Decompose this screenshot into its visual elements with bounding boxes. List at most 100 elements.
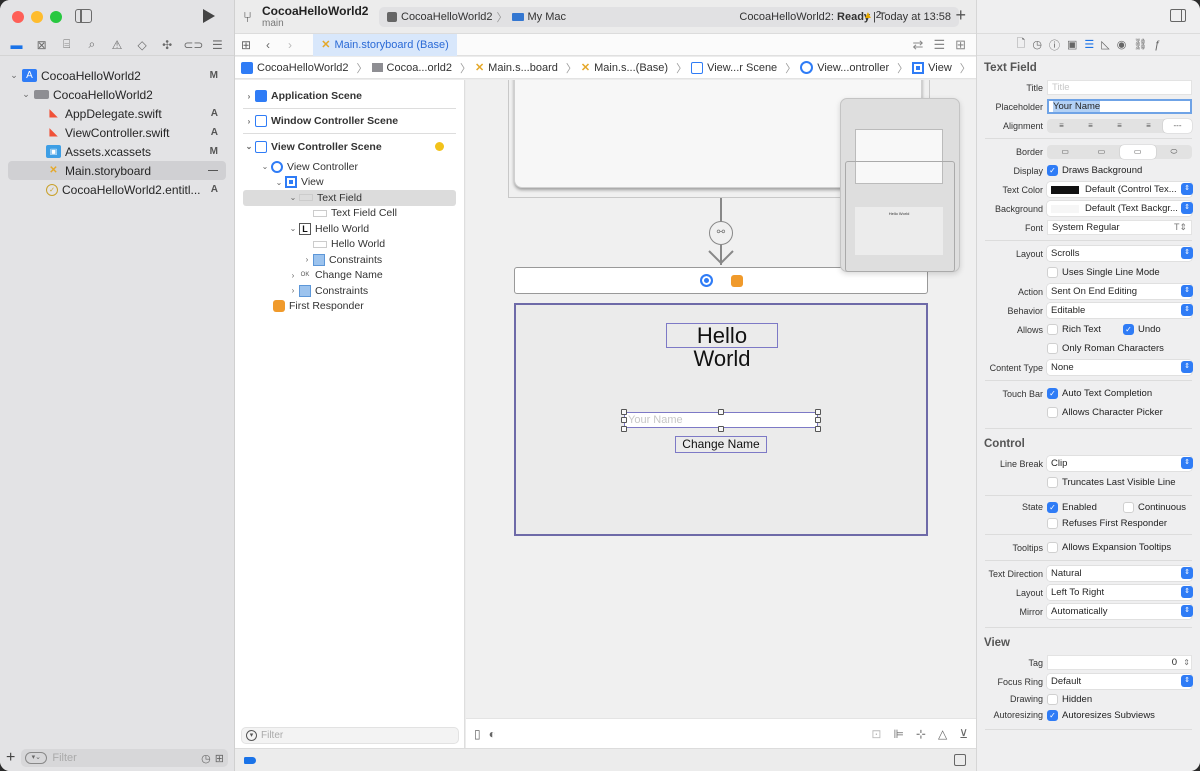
- outline-item[interactable]: › OK Change Name: [235, 268, 464, 284]
- align-right-icon[interactable]: ≡: [1105, 119, 1134, 133]
- checkbox[interactable]: [1047, 407, 1058, 418]
- layout-popup[interactable]: Scrolls ⇕: [1047, 246, 1193, 261]
- debug-icon[interactable]: ✣: [158, 38, 176, 52]
- border-control[interactable]: ▭ ▭ ▭ ⬭: [1047, 144, 1192, 159]
- editor-options-icon[interactable]: ☰: [933, 37, 945, 53]
- resize-handle[interactable]: [621, 409, 627, 415]
- outline-item[interactable]: ⌄ L Hello World: [235, 221, 464, 237]
- checkbox[interactable]: [1123, 501, 1134, 513]
- expansion-tooltips-checkbox[interactable]: Allows Expansion Tooltips: [1047, 542, 1171, 553]
- align-center-icon[interactable]: ≡: [1076, 119, 1105, 133]
- breadcrumb-item[interactable]: ✕ Main.s...(Base) 〉: [581, 60, 691, 76]
- view-controller-view[interactable]: Hello World Your Name Change Name: [514, 303, 928, 536]
- focus-ring-popup[interactable]: Default ⇕: [1047, 674, 1193, 689]
- border-bezel-icon[interactable]: ▭: [1119, 144, 1156, 159]
- line-break-popup[interactable]: Clip ⇕: [1047, 456, 1193, 471]
- behavior-popup[interactable]: Editable ⇕: [1047, 303, 1193, 318]
- breadcrumb-item[interactable]: View...r Scene 〉: [691, 60, 800, 76]
- checkbox[interactable]: ✓: [1123, 324, 1134, 335]
- attributes-inspector-icon[interactable]: ☰: [1084, 38, 1094, 51]
- bindings-inspector-icon[interactable]: ⛓: [1133, 38, 1147, 51]
- breakpoint-icon[interactable]: ⊂⊃: [183, 38, 203, 52]
- embed-in-icon[interactable]: ⊻: [959, 727, 968, 741]
- resize-handle[interactable]: [621, 426, 627, 432]
- checkbox[interactable]: [1047, 517, 1058, 529]
- view-controller-icon[interactable]: [699, 274, 713, 287]
- issue-icon[interactable]: ⚠: [108, 38, 126, 52]
- checkbox[interactable]: [1047, 477, 1058, 488]
- content-type-popup[interactable]: None ⇕: [1047, 360, 1193, 375]
- update-frames-icon[interactable]: ⊡: [871, 727, 881, 741]
- file-inspector-icon[interactable]: 🗋: [1017, 35, 1026, 54]
- text-color-popup[interactable]: Default (Control Tex... ⇕: [1047, 182, 1193, 197]
- chevron-down-icon[interactable]: ⌄: [273, 178, 285, 187]
- border-rounded-icon[interactable]: ⬭: [1156, 145, 1192, 159]
- split-editor-icon[interactable]: ⊞: [955, 37, 966, 53]
- tree-item-project[interactable]: ⌄ A CocoaHelloWorld2 M: [8, 66, 226, 85]
- help-inspector-icon[interactable]: ⓘ: [1049, 37, 1060, 53]
- find-icon[interactable]: ⌕: [83, 37, 101, 52]
- connections-inspector-icon[interactable]: ◉: [1117, 38, 1127, 51]
- close-button[interactable]: [12, 11, 24, 23]
- chevron-down-icon[interactable]: ⌄: [20, 89, 32, 100]
- text-direction-popup[interactable]: Natural ⇕: [1047, 566, 1193, 581]
- background-color-popup[interactable]: Default (Text Backgr... ⇕: [1047, 201, 1193, 216]
- chevron-right-icon[interactable]: ›: [287, 271, 299, 280]
- related-items-icon[interactable]: ⇄: [913, 37, 924, 53]
- stepper-icon[interactable]: ⇕: [1183, 658, 1190, 667]
- single-line-checkbox[interactable]: Uses Single Line Mode: [1047, 267, 1160, 278]
- chevron-right-icon[interactable]: ›: [243, 92, 255, 101]
- refuses-first-responder-checkbox[interactable]: Refuses First Responder: [1047, 517, 1167, 529]
- checkbox[interactable]: ✓: [1047, 165, 1058, 176]
- identity-inspector-icon[interactable]: ▣: [1067, 38, 1077, 51]
- appearance-icon[interactable]: ◐: [489, 727, 496, 741]
- action-popup[interactable]: Sent On End Editing ⇕: [1047, 284, 1193, 299]
- checkbox[interactable]: [1047, 324, 1058, 335]
- hello-world-label[interactable]: Hello World: [666, 323, 778, 370]
- auto-text-checkbox[interactable]: ✓ Auto Text Completion: [1047, 388, 1152, 399]
- breadcrumb-item[interactable]: CocoaHelloWorld2 〉: [241, 60, 372, 76]
- symbol-icon[interactable]: ⌸: [58, 37, 76, 52]
- outline-toggle-icon[interactable]: ▯: [474, 727, 481, 741]
- tree-item-appdelegate[interactable]: ◣ AppDelegate.swift A: [8, 104, 226, 123]
- resize-handle[interactable]: [621, 417, 627, 423]
- outline-scene-window-controller[interactable]: › Window Controller Scene: [243, 109, 456, 134]
- font-picker-icon[interactable]: T⇕: [1174, 222, 1187, 233]
- minimize-button[interactable]: [31, 11, 43, 23]
- sidebar-toggle-icon[interactable]: [75, 9, 92, 23]
- effects-inspector-icon[interactable]: ƒ: [1154, 39, 1160, 51]
- storyboard-canvas[interactable]: ⚯ Hello World Your Name Change Name Hell…: [466, 80, 976, 718]
- align-icon[interactable]: ⊫: [893, 727, 903, 741]
- canvas-minimap[interactable]: Hello World: [840, 98, 960, 272]
- font-field[interactable]: System Regular T⇕: [1047, 220, 1192, 235]
- checkbox[interactable]: ✓: [1047, 709, 1058, 721]
- chevron-right-icon[interactable]: ›: [301, 255, 313, 264]
- chevron-right-icon[interactable]: ›: [287, 286, 299, 295]
- warnings-indicator[interactable]: ▲ 2: [863, 10, 881, 21]
- align-left-icon[interactable]: ≡: [1047, 119, 1076, 133]
- source-control-icon[interactable]: ⊠: [33, 38, 51, 52]
- char-picker-checkbox[interactable]: Allows Character Picker: [1047, 407, 1163, 418]
- tree-item-assets[interactable]: ▣ Assets.xcassets M: [8, 142, 226, 161]
- outline-item[interactable]: › Constraints: [235, 252, 464, 268]
- outline-item[interactable]: ⌄ View: [235, 175, 464, 191]
- checkbox[interactable]: [1047, 343, 1058, 354]
- chevron-down-icon[interactable]: ⌄: [8, 70, 20, 81]
- border-line-icon[interactable]: ▭: [1083, 145, 1119, 159]
- resize-handle[interactable]: [718, 426, 724, 432]
- rich-text-checkbox[interactable]: Rich Text: [1047, 324, 1113, 335]
- run-button[interactable]: [203, 9, 215, 23]
- align-justify-icon[interactable]: ≡: [1134, 119, 1163, 133]
- forward-icon[interactable]: ›: [279, 38, 301, 52]
- resize-handle[interactable]: [718, 409, 724, 415]
- tree-item-group[interactable]: ⌄ CocoaHelloWorld2: [8, 85, 226, 104]
- border-none-icon[interactable]: ▭: [1047, 145, 1083, 159]
- size-inspector-icon[interactable]: ◺: [1101, 38, 1109, 51]
- outline-scene-view-controller[interactable]: ⌄ View Controller Scene: [243, 134, 456, 159]
- only-roman-checkbox[interactable]: Only Roman Characters: [1047, 343, 1164, 354]
- resize-handle[interactable]: [815, 417, 821, 423]
- checkbox[interactable]: ✓: [1047, 501, 1058, 513]
- back-icon[interactable]: ‹: [257, 38, 279, 52]
- add-constraints-icon[interactable]: ⊹: [916, 727, 926, 741]
- add-file-button[interactable]: +: [6, 749, 15, 767]
